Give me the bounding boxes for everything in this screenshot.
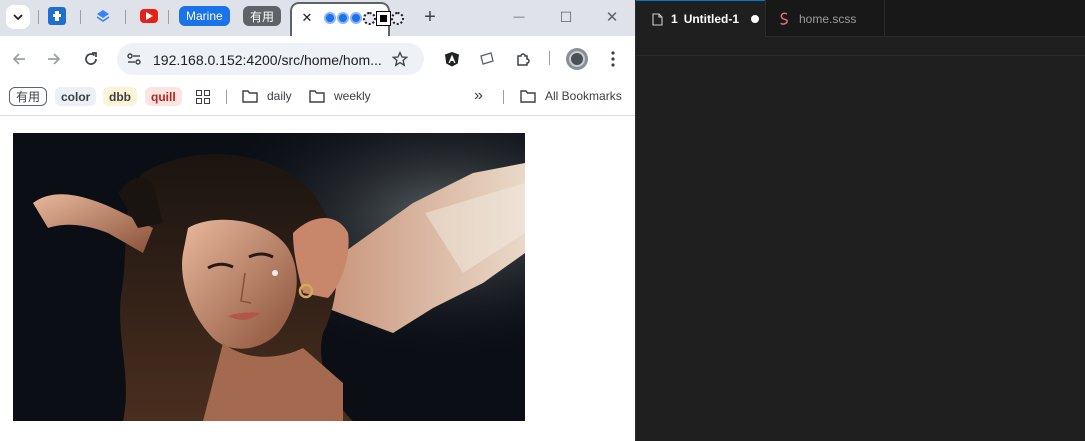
arrow-right-icon	[48, 53, 61, 65]
tune-icon	[127, 53, 141, 65]
reload-button[interactable]	[80, 48, 102, 70]
editor-tab-bar: 1 Untitled-1 home.scss	[636, 0, 1085, 37]
apps-grid-button[interactable]	[193, 87, 213, 107]
pinned-tab-2[interactable]	[94, 7, 112, 25]
tab-separator	[38, 10, 39, 24]
bookmark-chip-color[interactable]: color	[55, 87, 97, 106]
close-window-button[interactable]: ✕	[600, 6, 624, 28]
angular-icon	[445, 52, 459, 67]
pinned-tab-youtube[interactable]	[140, 9, 158, 23]
tab-favicons	[324, 10, 404, 26]
maximize-button[interactable]: ☐	[554, 6, 578, 28]
virus-icon	[391, 11, 404, 25]
bookmarks-separator	[503, 90, 504, 104]
page-content	[0, 117, 635, 441]
profile-avatar-button[interactable]	[566, 48, 588, 70]
bookmark-folder-daily[interactable]: daily	[242, 82, 292, 110]
grid-icon	[196, 90, 210, 104]
virus-icon	[363, 11, 376, 25]
editor-tab-number: 1	[671, 12, 678, 26]
address-bar[interactable]: 192.168.0.152:4200/src/home/hom...	[117, 43, 424, 75]
tab-group-marine[interactable]: Marine	[179, 6, 230, 26]
folder-icon	[309, 90, 325, 103]
play-icon	[146, 12, 153, 20]
breadcrumb	[636, 37, 1085, 56]
avatar	[569, 51, 585, 67]
bookmark-star-button[interactable]	[389, 49, 411, 69]
browser-menu-button[interactable]	[602, 48, 624, 70]
tab-separator	[168, 10, 169, 24]
bookmarks-separator	[226, 90, 227, 104]
editor-tab-label: home.scss	[799, 11, 857, 26]
all-bookmarks-button[interactable]: All Bookmarks	[520, 82, 622, 110]
forward-button[interactable]	[43, 48, 65, 70]
tab-group-youyong[interactable]: 有用	[243, 6, 282, 26]
minimize-button[interactable]: —	[507, 6, 531, 28]
close-tab-button[interactable]: ✕	[298, 9, 316, 27]
tab-separator	[125, 10, 126, 24]
bookmark-label: daily	[267, 89, 292, 103]
circle-icon	[337, 12, 349, 24]
sass-icon	[780, 12, 788, 25]
extension-ticket-button[interactable]	[476, 48, 498, 70]
toolbar-separator	[549, 51, 550, 65]
bookmark-folder-weekly[interactable]: weekly	[309, 82, 371, 110]
new-tab-button[interactable]: +	[419, 6, 441, 28]
editor-tab-label: Untitled-1	[683, 12, 740, 26]
arrow-left-icon	[12, 53, 25, 65]
reload-icon	[85, 52, 97, 65]
editor-tab-home-scss[interactable]: home.scss	[765, 0, 885, 37]
extension-angular-button[interactable]	[441, 48, 463, 70]
url-text[interactable]: 192.168.0.152:4200/src/home/hom...	[153, 52, 385, 68]
portrait-illustration	[13, 133, 525, 421]
browser-toolbar: 192.168.0.152:4200/src/home/hom...	[0, 36, 635, 82]
bookmark-chip-quill[interactable]: quill	[145, 87, 182, 106]
circle-icon	[324, 12, 336, 24]
app-icon	[53, 11, 61, 21]
tab-search-button[interactable]	[6, 5, 30, 29]
browser-window: Marine 有用 ✕ + — ☐ ✕ 192.168.0.152:4200/s…	[0, 0, 635, 441]
pinned-tab-1[interactable]	[48, 7, 66, 25]
tab-separator	[80, 10, 81, 24]
star-icon	[392, 51, 408, 67]
site-info-button[interactable]	[123, 49, 145, 69]
code-editor: 1 Untitled-1 home.scss	[635, 0, 1085, 441]
editor-tab-untitled-1[interactable]: 1 Untitled-1	[636, 0, 765, 37]
tab-strip: Marine 有用 ✕ + — ☐ ✕	[0, 0, 635, 36]
stack-icon	[96, 10, 110, 22]
file-icon	[652, 12, 663, 26]
more-vertical-icon	[611, 51, 615, 67]
square-icon	[376, 10, 391, 26]
folder-icon	[520, 90, 536, 103]
editor-text-area[interactable]	[636, 57, 1085, 441]
bookmark-label: weekly	[334, 89, 371, 103]
puzzle-icon	[517, 53, 530, 66]
circle-icon	[350, 12, 362, 24]
unsaved-dot-icon[interactable]	[751, 15, 760, 23]
back-button[interactable]	[8, 48, 30, 70]
bookmark-chip-youyong[interactable]: 有用	[9, 87, 48, 106]
chevron-down-icon	[13, 14, 23, 21]
ticket-icon	[480, 52, 494, 65]
bookmarks-bar: 有用 color dbb quill daily weekly » All Bo…	[0, 82, 635, 116]
portrait-image	[13, 133, 525, 421]
bookmark-label: All Bookmarks	[545, 89, 622, 103]
bookmark-chip-dbb[interactable]: dbb	[103, 87, 137, 106]
active-tab[interactable]: ✕	[290, 2, 404, 36]
extensions-button[interactable]	[512, 48, 534, 70]
folder-icon	[242, 90, 258, 103]
bookmarks-overflow-button[interactable]: »	[474, 82, 483, 110]
